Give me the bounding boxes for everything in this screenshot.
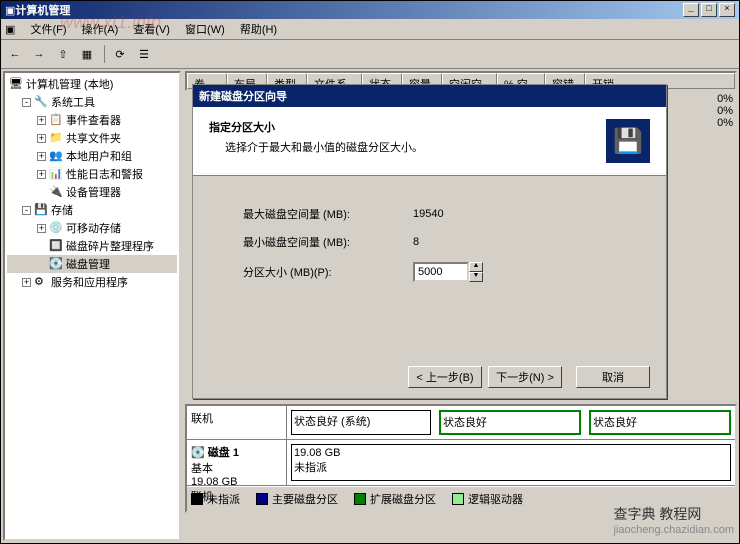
wizard-subheading: 选择介于最大和最小值的磁盘分区大小。 [209,139,606,155]
disk-1-info[interactable]: 💽 磁盘 1 基本 19.08 GB 联机 [187,440,287,485]
max-space-label: 最大磁盘空间量 (MB): [243,206,413,222]
app-icon: ▣ [5,4,15,17]
tree-eventviewer[interactable]: +📋事件查看器 [7,111,177,129]
disk-1-row: 💽 磁盘 1 基本 19.08 GB 联机 19.08 GB 未指派 [187,440,735,486]
pct-column: 0%0%0% [717,93,733,129]
tree-services[interactable]: +⚙服务和应用程序 [7,273,177,291]
menu-bar: ▣ 文件(F) 操作(A) 查看(V) 窗口(W) 帮助(H) [1,19,739,40]
up-icon[interactable]: ⇧ [52,43,74,65]
menu-view[interactable]: 查看(V) [133,24,170,36]
disk-graphical-view: 联机 状态良好 (系统) 状态良好 状态良好 💽 磁盘 1 基本 19.08 G… [185,404,737,513]
tree-devmgr[interactable]: 🔌设备管理器 [7,183,177,201]
mmc-icon: ▣ [5,24,15,36]
disk-0-part-2[interactable]: 状态良好 [439,410,581,435]
next-button[interactable]: 下一步(N) > [488,366,562,388]
list-icon[interactable]: ☰ [133,43,155,65]
forward-icon[interactable]: → [28,43,50,65]
min-space-label: 最小磁盘空间量 (MB): [243,234,413,250]
wizard-header: 指定分区大小 选择介于最大和最小值的磁盘分区大小。 💾 [193,107,666,176]
max-space-value: 19540 [413,208,503,220]
tree-view[interactable]: 🖥计算机管理 (本地) -🔧系统工具 +📋事件查看器 +📁共享文件夹 +👥本地用… [3,71,181,541]
tree-diskmgmt[interactable]: 💽磁盘管理 [7,255,177,273]
min-space-value: 8 [413,236,503,248]
legend-unalloc: 未指派 [207,491,240,507]
props-icon[interactable]: ▦ [76,43,98,65]
maximize-button[interactable]: □ [701,3,717,17]
disk-1-unallocated[interactable]: 19.08 GB 未指派 [291,444,731,481]
cancel-button[interactable]: 取消 [576,366,650,388]
window-title: 计算机管理 [15,2,681,18]
disk-0-info[interactable]: 联机 [187,406,287,439]
partition-size-label: 分区大小 (MB)(P): [243,264,413,280]
spin-up-icon[interactable]: ▲ [469,262,483,272]
wizard-body: 最大磁盘空间量 (MB): 19540 最小磁盘空间量 (MB): 8 分区大小… [193,176,666,324]
tree-shared[interactable]: +📁共享文件夹 [7,129,177,147]
wizard-title[interactable]: 新建磁盘分区向导 [193,85,666,107]
disk-icon: 💾 [606,119,650,163]
credit: 查字典 教程网 jiaocheng.chazidian.com [614,504,734,536]
tree-removable[interactable]: +💿可移动存储 [7,219,177,237]
wizard-heading: 指定分区大小 [209,119,606,135]
tree-perf[interactable]: +📊性能日志和警报 [7,165,177,183]
legend-primary: 主要磁盘分区 [272,491,338,507]
refresh-icon[interactable]: ⟳ [109,43,131,65]
close-button[interactable]: × [719,3,735,17]
tree-storage[interactable]: -💾存储 [7,201,177,219]
tree-root[interactable]: 🖥计算机管理 (本地) [7,75,177,93]
partition-size-spinner: ▲ ▼ [413,262,483,282]
tree-defrag[interactable]: 🔲磁盘碎片整理程序 [7,237,177,255]
back-icon[interactable]: ← [4,43,26,65]
menu-help[interactable]: 帮助(H) [240,24,277,36]
disk-0-row: 联机 状态良好 (系统) 状态良好 状态良好 [187,406,735,440]
spin-down-icon[interactable]: ▼ [469,272,483,282]
partition-size-input[interactable] [413,262,469,282]
menu-window[interactable]: 窗口(W) [185,24,225,36]
disk-0-part-1[interactable]: 状态良好 (系统) [291,410,431,435]
legend-ext: 扩展磁盘分区 [370,491,436,507]
minimize-button[interactable]: _ [683,3,699,17]
menu-file[interactable]: 文件(F) [30,24,66,36]
tree-users[interactable]: +👥本地用户和组 [7,147,177,165]
legend-logical: 逻辑驱动器 [468,491,523,507]
toolbar: ← → ⇧ ▦ ⟳ ☰ [1,40,739,69]
tree-systools[interactable]: -🔧系统工具 [7,93,177,111]
back-button[interactable]: < 上一步(B) [408,366,482,388]
disk-0-part-3[interactable]: 状态良好 [589,410,731,435]
title-bar[interactable]: ▣ 计算机管理 _ □ × [1,1,739,19]
menu-action[interactable]: 操作(A) [82,24,119,36]
wizard-footer: < 上一步(B) 下一步(N) > 取消 [402,366,650,388]
partition-wizard-dialog: 新建磁盘分区向导 指定分区大小 选择介于最大和最小值的磁盘分区大小。 💾 最大磁… [192,84,667,399]
